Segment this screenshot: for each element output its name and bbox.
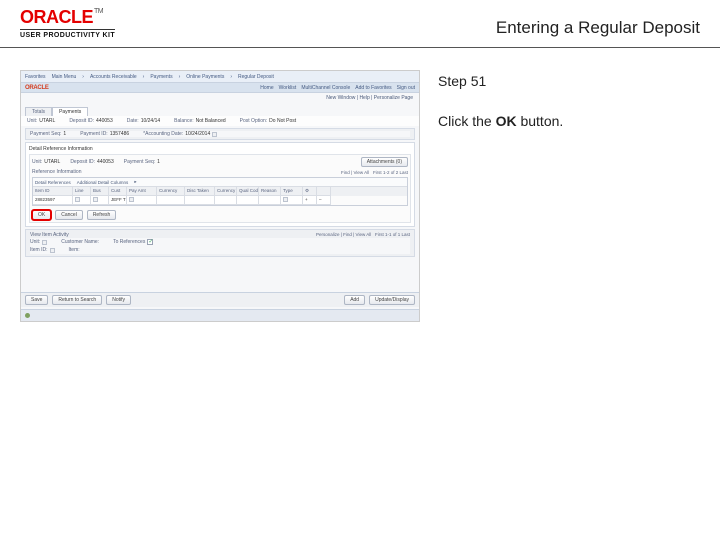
- brandbar-links: Home Worklist MultiChannel Console Add t…: [260, 85, 415, 91]
- reference-grid: Detail References Additional Detail Colu…: [32, 177, 408, 206]
- instr-bold: OK: [496, 113, 517, 129]
- lookup-icon[interactable]: [129, 197, 134, 202]
- balance-label: Balance:: [174, 118, 193, 124]
- grid-header: Item ID Line Bus Cust Pay Amt Currency D…: [33, 187, 407, 196]
- app-topmenu: Favorites Main Menu › Accounts Receivabl…: [21, 71, 419, 83]
- menu-item[interactable]: Favorites: [25, 74, 46, 80]
- brand-link[interactable]: Add to Favorites: [355, 85, 391, 91]
- oracle-logo: ORACLE TM: [20, 8, 115, 26]
- depid-value: 440053: [96, 118, 113, 124]
- grid-tab-a[interactable]: Detail References: [35, 180, 71, 185]
- acctdate-label: *Accounting Date:: [143, 131, 183, 137]
- panel-title: Detail Reference Information: [29, 146, 411, 152]
- lookup-icon[interactable]: [93, 197, 98, 202]
- app-screenshot: Favorites Main Menu › Accounts Receivabl…: [20, 70, 420, 322]
- brand-link[interactable]: Sign out: [397, 85, 415, 91]
- payseq-label: Payment Seq:: [30, 131, 61, 137]
- grid-expand-icon[interactable]: ▸: [134, 179, 136, 185]
- checkbox[interactable]: [147, 239, 153, 245]
- remove-row-icon[interactable]: –: [317, 196, 331, 205]
- add-row-icon[interactable]: +: [303, 196, 317, 205]
- menu-item[interactable]: Accounts Receivable: [90, 74, 137, 80]
- lookup-icon[interactable]: [50, 248, 55, 253]
- brand-link[interactable]: Home: [260, 85, 273, 91]
- breadcrumb-right: New Window | Help | Personalize Page: [21, 93, 419, 103]
- save-button[interactable]: Save: [25, 295, 48, 305]
- panel-inner: Unit: UTARL Deposit ID: 440053 Payment S…: [29, 154, 411, 223]
- update-button[interactable]: Update/Display: [369, 295, 415, 305]
- acctdate-value: 10/24/2014: [185, 131, 210, 137]
- postopt-value: Do Not Post: [269, 118, 296, 124]
- unit-value: UTARL: [39, 118, 55, 124]
- payment-info-section: Payment Seq: 1 Payment ID: 1357486 *Acco…: [25, 128, 415, 140]
- itemactivity-title: View Item Activity: [30, 232, 69, 238]
- payid-label: Payment ID:: [80, 131, 108, 137]
- item-activity-section: View Item Activity Personalize | Find | …: [25, 229, 415, 257]
- lookup-icon[interactable]: [42, 240, 47, 245]
- grid-row[interactable]: 28823597 JEFF THO + –: [33, 196, 407, 205]
- date-label: Date:: [127, 118, 139, 124]
- ok-button[interactable]: OK: [32, 210, 51, 220]
- itemactivity-pager: Personalize | Find | View All First 1-1 …: [316, 232, 410, 238]
- return-button[interactable]: Return to Search: [52, 295, 102, 305]
- menu-item[interactable]: Main Menu: [52, 74, 77, 80]
- refresh-button[interactable]: Refresh: [87, 210, 117, 220]
- notify-button[interactable]: Notify: [106, 295, 131, 305]
- payid-value: 1357486: [110, 131, 129, 137]
- deposit-summary-row: Unit: UTARL Deposit ID: 440053 Date: 10/…: [21, 116, 419, 126]
- balance-value: Not Balanced: [196, 118, 226, 124]
- lookup-icon[interactable]: [283, 197, 288, 202]
- gear-icon[interactable]: ⚙: [303, 187, 317, 196]
- refinfo-pager: Find | View All First 1-2 of 2 Last: [341, 170, 408, 175]
- brand-link[interactable]: Worklist: [279, 85, 297, 91]
- grid-tab-b[interactable]: Additional Detail Columns: [77, 180, 129, 185]
- brand-tm: TM: [94, 8, 103, 15]
- postopt-label: Post Option:: [240, 118, 268, 124]
- refinfo-title: Reference Information: [32, 169, 81, 175]
- payseq-value: 1: [63, 131, 66, 137]
- action-bar: Save Return to Search Notify Add Update/…: [21, 292, 419, 307]
- menu-item[interactable]: Online Payments: [186, 74, 224, 80]
- depid-label: Deposit ID:: [69, 118, 94, 124]
- status-dot-icon: [25, 313, 30, 318]
- app-brandbar: ORACLE Home Worklist MultiChannel Consol…: [21, 83, 419, 93]
- page-links[interactable]: New Window | Help | Personalize Page: [326, 95, 413, 101]
- menu-item[interactable]: Payments: [150, 74, 172, 80]
- unit-label: Unit:: [27, 118, 37, 124]
- attachments-button[interactable]: Attachments (0): [361, 157, 408, 167]
- brand-block: ORACLE TM USER PRODUCTIVITY KIT: [20, 8, 115, 39]
- instruction-text: Click the OK button.: [438, 112, 690, 132]
- brand-subtitle: USER PRODUCTIVITY KIT: [20, 29, 115, 39]
- add-button[interactable]: Add: [344, 295, 365, 305]
- lookup-icon[interactable]: [75, 197, 80, 202]
- detail-ref-panel: Detail Reference Information Unit: UTARL…: [25, 142, 415, 227]
- menu-item[interactable]: Regular Deposit: [238, 74, 274, 80]
- date-value: 10/24/14: [141, 118, 160, 124]
- instr-prefix: Click the: [438, 113, 496, 129]
- status-bar: [21, 309, 419, 321]
- step-label: Step 51: [438, 72, 690, 92]
- tab-totals[interactable]: Totals: [25, 107, 52, 116]
- tab-payments[interactable]: Payments: [52, 107, 88, 116]
- tab-bar: Totals Payments: [21, 103, 419, 116]
- instruction-panel: Step 51 Click the OK button.: [428, 70, 700, 322]
- page-title: Entering a Regular Deposit: [496, 8, 700, 38]
- calendar-icon[interactable]: [212, 132, 217, 137]
- brand-text: ORACLE: [20, 8, 93, 26]
- cancel-button[interactable]: Cancel: [55, 210, 83, 220]
- mini-oracle-logo: ORACLE: [25, 85, 49, 91]
- brand-link[interactable]: MultiChannel Console: [301, 85, 350, 91]
- instr-suffix: button.: [517, 113, 564, 129]
